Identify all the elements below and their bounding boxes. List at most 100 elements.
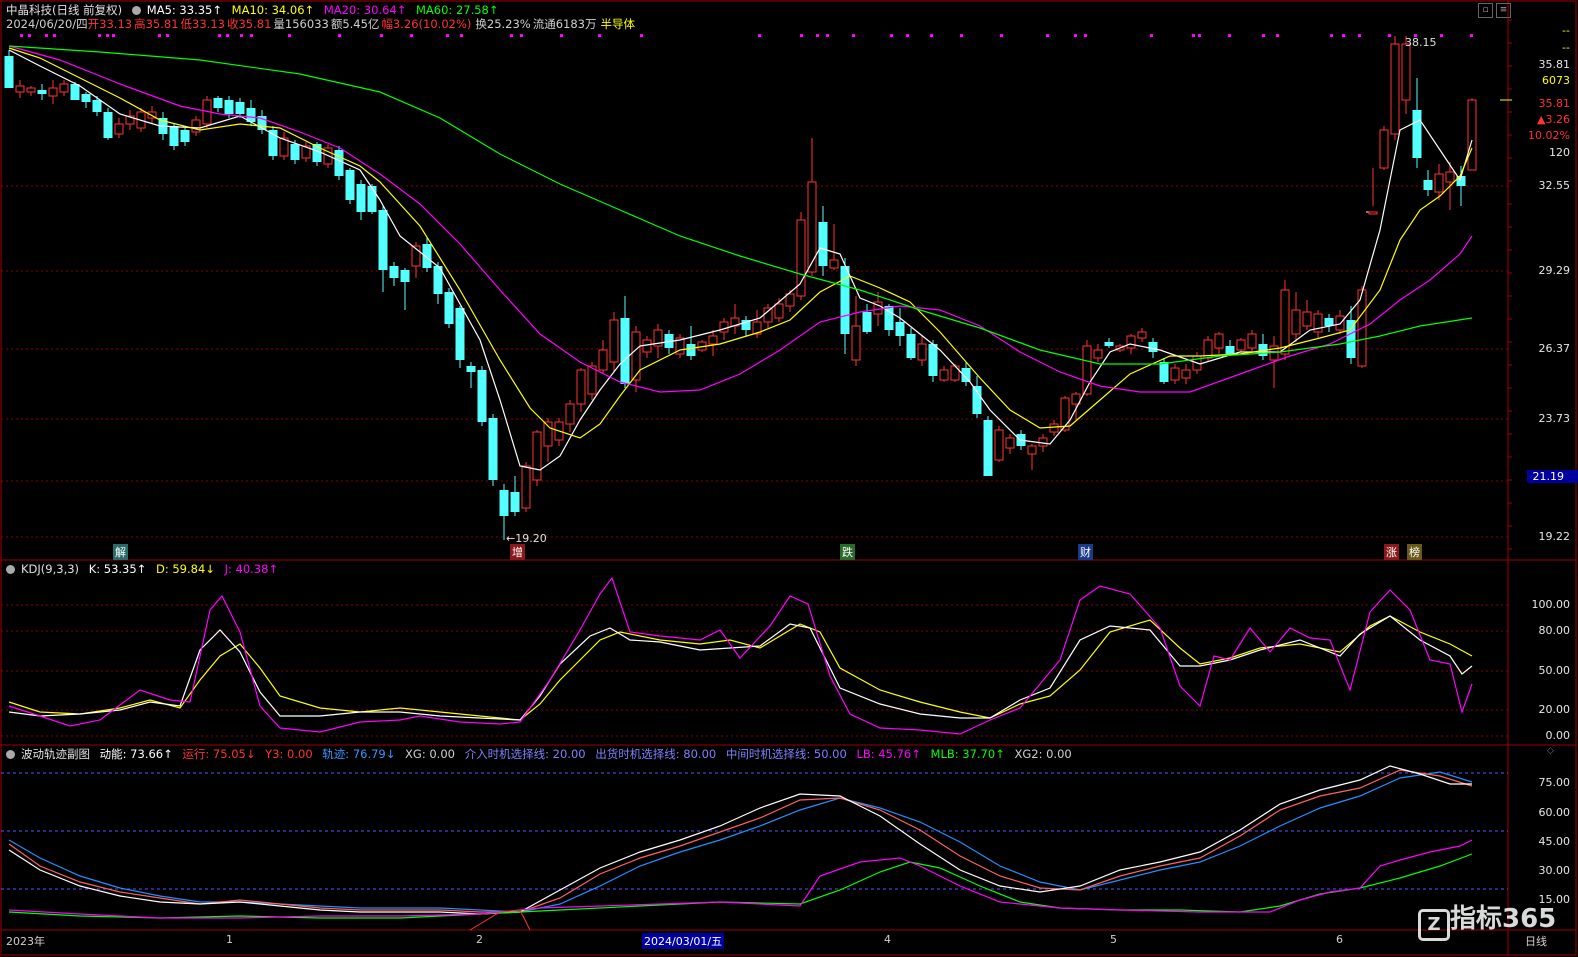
ma10-label: MA10: 34.06↑	[231, 3, 315, 17]
wave-jieru: 介入时机选择线: 20.00	[464, 747, 586, 761]
signal-dot	[520, 34, 523, 37]
event-tag-limit-up[interactable]: 涨	[1384, 544, 1399, 560]
signal-dot	[826, 34, 829, 37]
signal-dot	[106, 34, 109, 37]
candle-body	[1445, 171, 1455, 183]
event-tag-finance[interactable]: 财	[1078, 544, 1093, 560]
candle-body	[785, 293, 795, 307]
quote-high: 高35.81	[134, 17, 179, 31]
kdj-title[interactable]: KDJ(9,3,3)	[21, 562, 79, 576]
candle-body	[840, 266, 850, 334]
event-tag-increase[interactable]: 增	[510, 544, 525, 560]
kdj-k: K: 53.35↑	[88, 562, 147, 576]
stock-title[interactable]: 中晶科技(日线 前复权)	[6, 3, 122, 17]
candle-body	[1368, 211, 1378, 215]
x-label-month: 5	[1110, 933, 1117, 946]
settings-icon[interactable]: ≡	[1496, 3, 1511, 18]
candle-body	[1049, 423, 1059, 433]
candle-body	[708, 335, 718, 345]
candle-body	[532, 431, 542, 481]
wave-header: 波动轨迹副图 动能: 73.66↑ 运行: 75.05↓ Y3: 0.00 轨迹…	[6, 747, 1078, 761]
candle-body	[15, 85, 25, 93]
candle-body	[1225, 346, 1235, 354]
wave-tick: 60.00	[1538, 806, 1571, 819]
candle-body	[1324, 318, 1334, 326]
axis-pct: 10.02%	[1528, 129, 1570, 142]
wave-tick: 45.00	[1538, 835, 1571, 848]
candle-body	[345, 170, 355, 200]
candle-body	[1126, 335, 1136, 349]
candle-body	[576, 369, 586, 405]
kdj-j: J: 40.38↑	[224, 562, 279, 576]
candle-body	[169, 126, 179, 146]
candle-body	[488, 418, 498, 480]
candle-body	[686, 344, 696, 356]
candle-body	[59, 83, 69, 93]
high-price-label: 38.15	[1405, 36, 1437, 49]
axis-dashes-1: --	[1562, 24, 1570, 37]
stock-chart-canvas[interactable]	[0, 0, 1578, 957]
price-tick: 32.55	[1538, 179, 1571, 192]
candle-body	[466, 366, 476, 372]
event-tag-unlock[interactable]: 解	[113, 544, 128, 560]
signal-dot	[288, 34, 291, 37]
signal-dot	[28, 34, 31, 37]
signal-dot	[1074, 34, 1077, 37]
candle-body	[455, 308, 465, 360]
axis-dashes-2: --	[1562, 41, 1570, 54]
signal-dot	[800, 34, 803, 37]
candle-body	[906, 334, 916, 358]
price-tick: 19.22	[1538, 530, 1571, 543]
wave-title[interactable]: 波动轨迹副图	[21, 747, 90, 761]
signal-dot	[218, 34, 221, 37]
event-tag-rank[interactable]: 榜	[1407, 544, 1422, 560]
candle-body	[1423, 180, 1433, 190]
wave-xg2: XG2: 0.00	[1014, 747, 1072, 761]
candle-body	[1038, 437, 1048, 447]
signal-dot	[1000, 34, 1003, 37]
watermark-logo: Z 指标365	[1418, 898, 1556, 941]
candle-body	[26, 87, 36, 93]
candle-body	[1093, 349, 1103, 359]
axis-volume: 6073	[1542, 74, 1570, 87]
wave-guiji-line	[8, 771, 1473, 913]
settings-dot-icon[interactable]	[6, 750, 15, 759]
quote-turnover: 换25.23%	[475, 17, 531, 31]
candle-body	[994, 429, 1004, 461]
signal-dot	[460, 34, 463, 37]
candle-body	[818, 222, 828, 266]
signal-dot	[960, 34, 963, 37]
candle-body	[1159, 362, 1169, 382]
event-tag-drop[interactable]: 跌	[840, 544, 855, 560]
wave-tick: 30.00	[1538, 864, 1571, 877]
signal-dot	[852, 34, 855, 37]
settings-dot-icon[interactable]	[6, 565, 15, 574]
quote-sector[interactable]: 半导体	[601, 17, 636, 31]
signal-dot	[640, 34, 643, 37]
close-panel-button[interactable]: ◇	[1544, 745, 1557, 758]
signal-dot	[510, 34, 513, 37]
signal-dot	[158, 34, 161, 37]
axis-change: ▲3.26	[1537, 113, 1570, 126]
x-label-month: 6	[1336, 933, 1343, 946]
candle-body	[609, 319, 619, 363]
signal-dot	[560, 34, 563, 37]
candle-body	[851, 325, 861, 361]
candle-body	[829, 259, 839, 269]
candle-body	[224, 100, 234, 114]
wave-xg: XG: 0.00	[405, 747, 455, 761]
quote-open: 开33.13	[87, 17, 133, 31]
main-chart-header: 中晶科技(日线 前复权) MA5: 33.35↑ MA10: 34.06↑ MA…	[6, 3, 505, 17]
settings-dot-icon[interactable]	[131, 6, 141, 15]
x-label-cursor-date: 2024/03/01/五	[642, 933, 725, 949]
restore-window-button[interactable]: ▫	[1478, 3, 1493, 18]
kdj-tick: 20.00	[1538, 703, 1571, 716]
signal-dot	[112, 34, 115, 37]
kdj-tick: 0.00	[1545, 729, 1571, 742]
wave-yunxing-line	[8, 769, 1473, 913]
candle-body	[1346, 320, 1356, 358]
candle-body	[499, 490, 509, 516]
candle-body	[928, 344, 938, 376]
candle-body	[290, 144, 300, 160]
candle-body	[972, 386, 982, 414]
